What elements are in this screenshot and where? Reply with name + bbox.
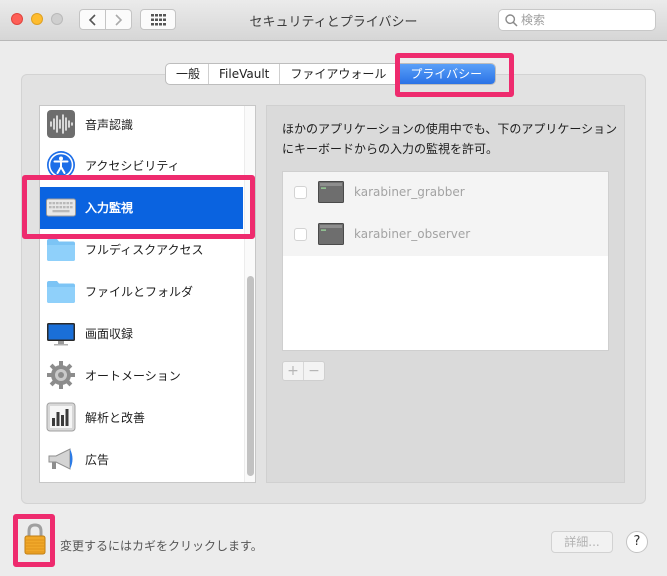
- sidebar-scrollbar[interactable]: [244, 106, 255, 482]
- sidebar-item-label: 広告: [85, 453, 110, 467]
- megaphone-icon: [48, 448, 73, 470]
- terminal-icon: [318, 181, 344, 203]
- permission-description: ほかのアプリケーションの使用中でも、下のアプリケーションにキーボードからの入力の…: [282, 122, 618, 156]
- highlight-input-monitoring: [22, 175, 255, 239]
- sidebar-item-label: フルディスクアクセス: [85, 243, 204, 257]
- sidebar-item-label: オートメーション: [85, 369, 181, 383]
- sidebar-item-automation[interactable]: オートメーション: [40, 355, 243, 397]
- sidebar-item-screen-recording[interactable]: 画面収録: [40, 313, 243, 355]
- help-button[interactable]: ?: [626, 531, 648, 553]
- app-checkbox[interactable]: [294, 186, 307, 199]
- gear-icon: [47, 361, 75, 389]
- scrollbar-thumb[interactable]: [247, 276, 254, 476]
- highlight-privacy-tab: [395, 53, 514, 97]
- sidebar-item-label: ファイルとフォルダ: [85, 285, 194, 299]
- highlight-lock: [13, 514, 55, 567]
- tab-firewall[interactable]: ファイアウォール: [280, 64, 398, 84]
- search-input[interactable]: [521, 12, 649, 28]
- add-remove-control: + −: [282, 361, 325, 381]
- search-icon: [505, 14, 518, 27]
- terminal-icon: [318, 223, 344, 245]
- remove-app-button[interactable]: −: [304, 362, 324, 380]
- title-bar: セキュリティとプライバシー: [0, 0, 667, 41]
- app-name: karabiner_observer: [354, 227, 471, 241]
- list-item[interactable]: karabiner_observer: [283, 214, 608, 256]
- folder-icon: [47, 281, 75, 303]
- sidebar-item-speech-recognition[interactable]: 音声認識: [40, 106, 243, 146]
- details-button[interactable]: 詳細...: [551, 531, 613, 553]
- search-field[interactable]: [498, 9, 656, 31]
- list-item[interactable]: karabiner_grabber: [283, 172, 608, 214]
- analytics-icon: [46, 402, 76, 432]
- allowed-apps-list[interactable]: karabiner_grabber karabiner_observer: [282, 171, 609, 351]
- display-icon: [47, 323, 75, 346]
- sidebar-item-advertising[interactable]: 広告: [40, 439, 243, 481]
- add-app-button[interactable]: +: [283, 362, 304, 380]
- app-checkbox[interactable]: [294, 228, 307, 241]
- sidebar-item-label: 音声認識: [85, 118, 134, 132]
- sidebar-item-files-and-folders[interactable]: ファイルとフォルダ: [40, 271, 243, 313]
- lock-message: 変更するにはカギをクリックします。: [60, 539, 263, 553]
- sidebar-item-label: アクセシビリティ: [85, 159, 180, 173]
- tab-general[interactable]: 一般: [166, 64, 209, 84]
- app-name: karabiner_grabber: [354, 185, 465, 199]
- privacy-category-list[interactable]: 音声認識 アクセシビリティ 入力監視 フルディスクアクセス ファイルとフォルダ …: [39, 105, 256, 483]
- sidebar-item-label: 画面収録: [85, 327, 134, 341]
- speech-recognition-icon: [47, 110, 75, 138]
- sidebar-item-analytics[interactable]: 解析と改善: [40, 397, 243, 439]
- sidebar-item-label: 解析と改善: [85, 411, 146, 425]
- tab-filevault[interactable]: FileVault: [209, 64, 281, 84]
